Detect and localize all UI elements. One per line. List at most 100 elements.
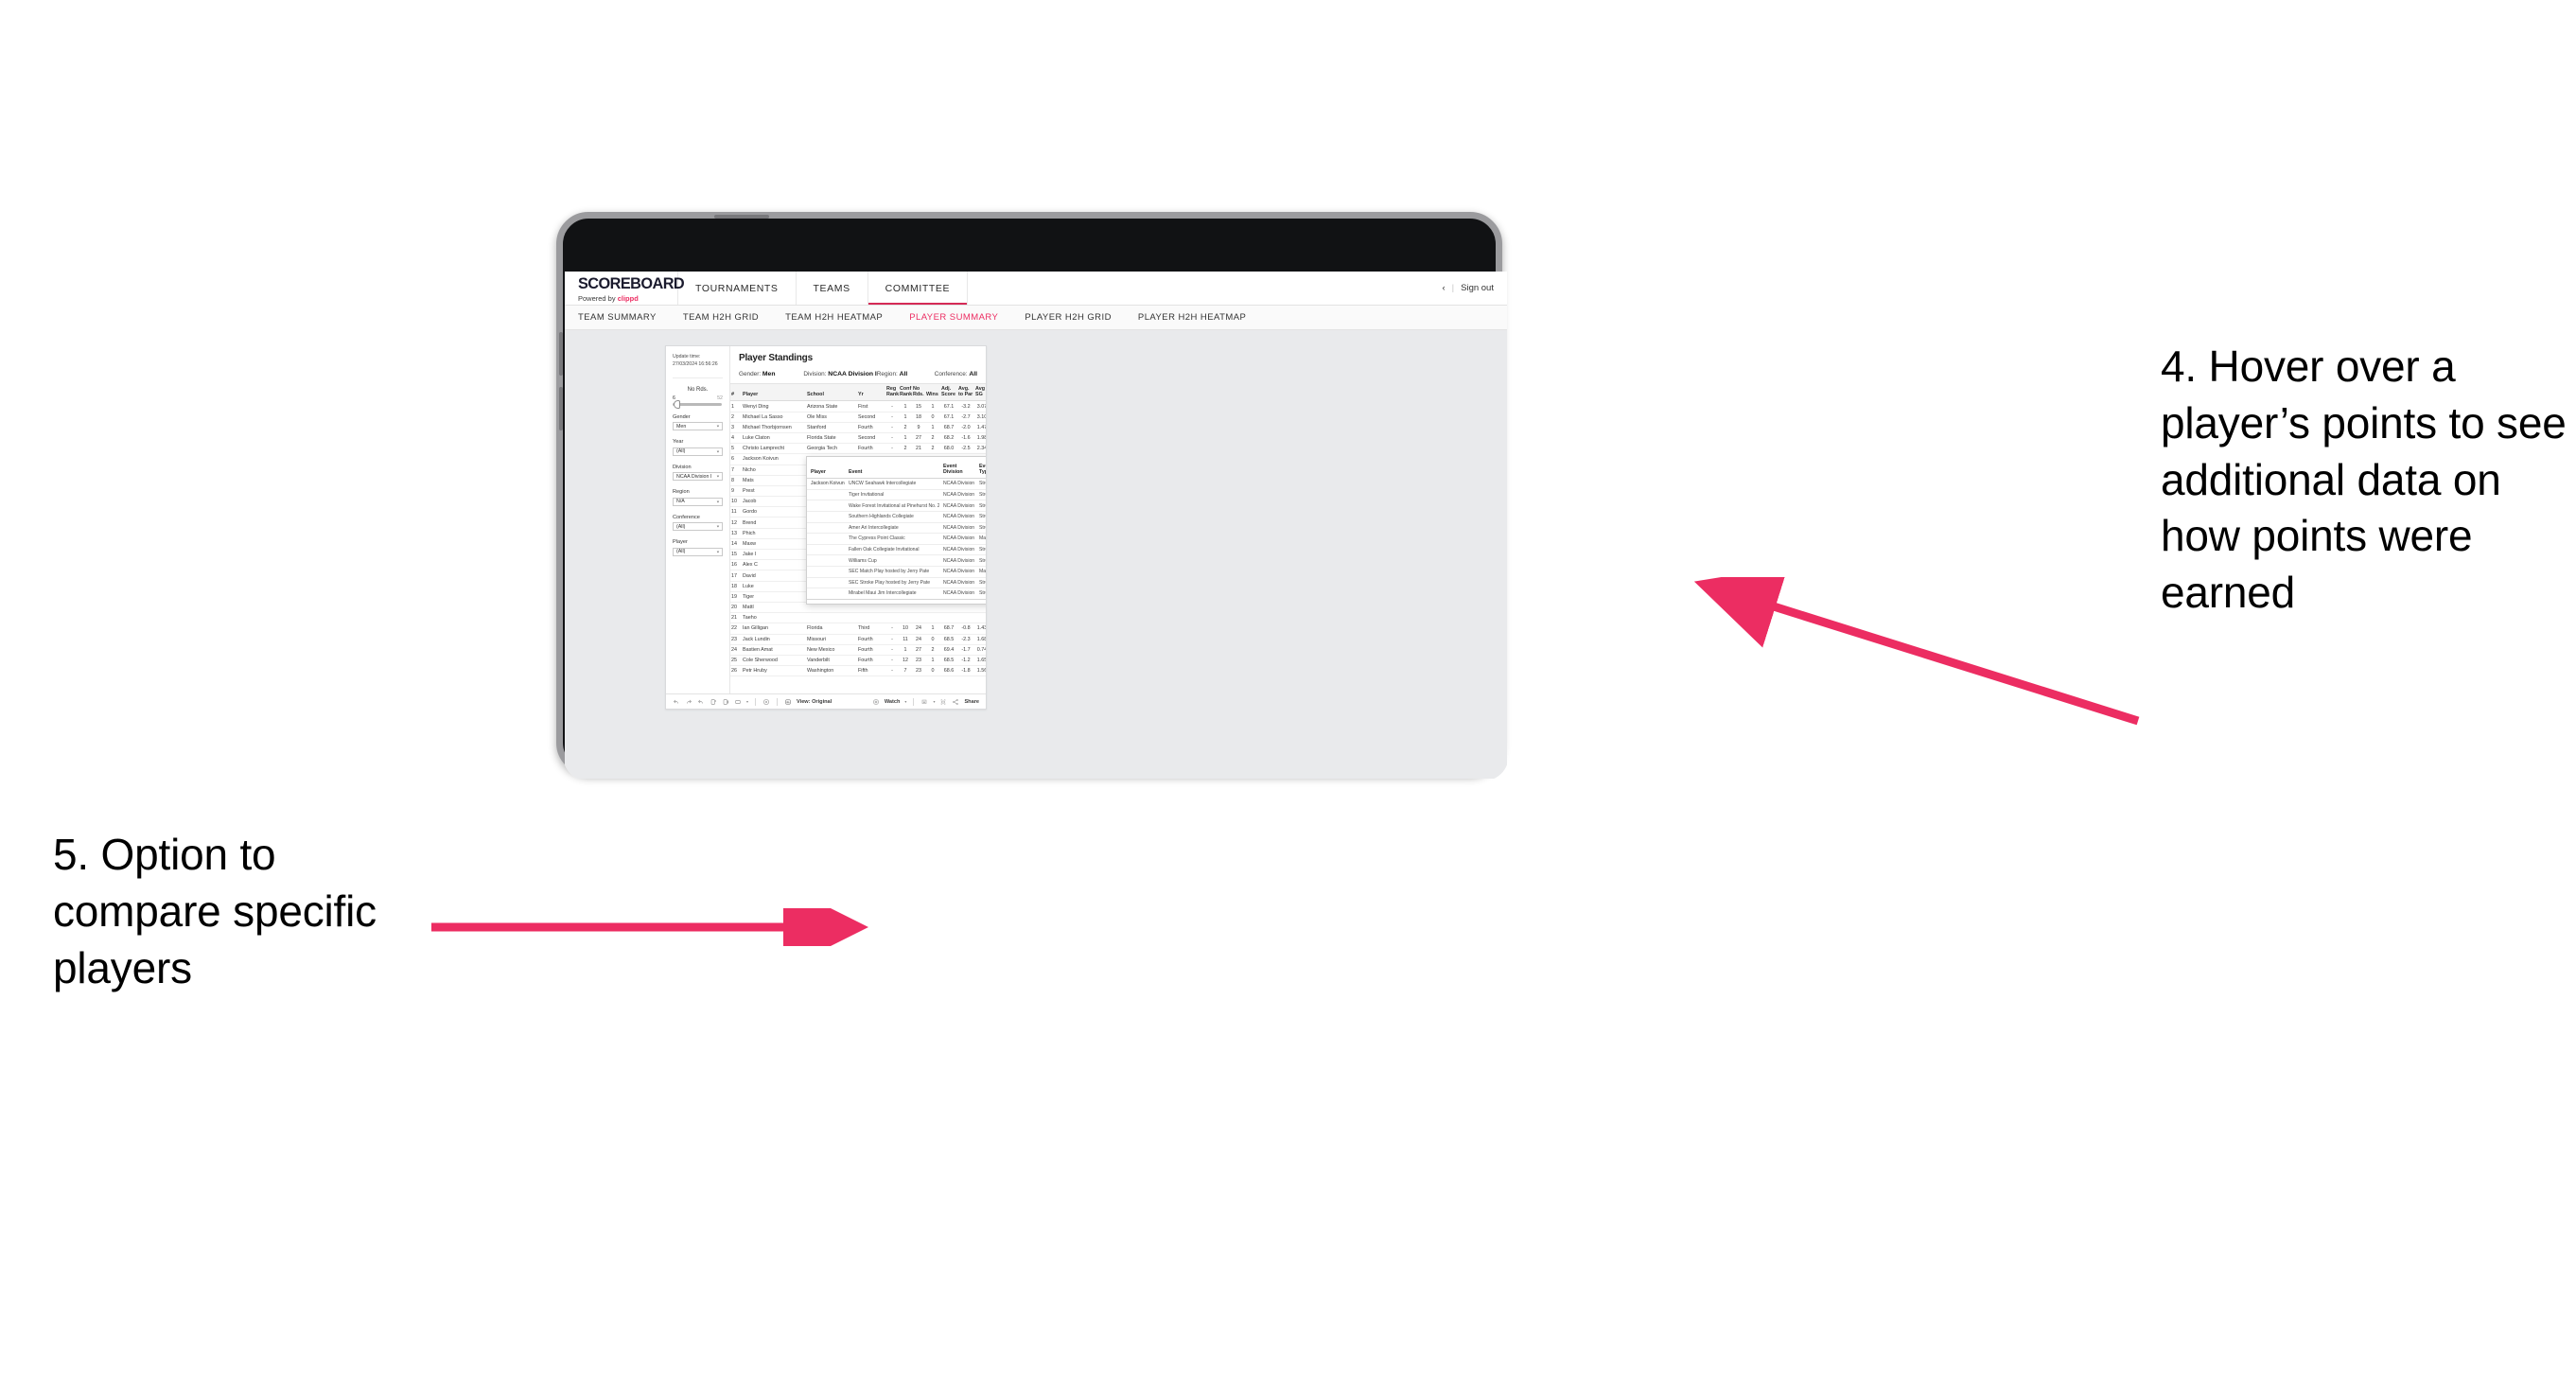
slider-handle[interactable] (674, 400, 680, 409)
brand-tagline: Powered by clippd (578, 294, 677, 303)
tab-team-summary[interactable]: TEAM SUMMARY (578, 312, 657, 323)
cell-avg-sg: 1.43 (974, 623, 986, 635)
filter-gender-label: Gender (673, 413, 691, 420)
chevron-down-icon[interactable]: ▾ (904, 699, 906, 704)
download-icon[interactable] (920, 698, 928, 706)
view-original-icon[interactable] (784, 698, 792, 706)
sign-out-link[interactable]: Sign out (1461, 283, 1494, 293)
filter-year-select[interactable]: (All) ▼ (673, 447, 723, 456)
cell-school: Arizona State (806, 400, 857, 412)
no-rounds-label: No Rds. (687, 387, 709, 394)
no-rounds-slider[interactable] (673, 400, 722, 409)
cell-player: Jackson Koivun (742, 453, 806, 465)
cell-player: Cole Sherwood (742, 655, 806, 667)
fullscreen-icon[interactable] (939, 698, 947, 706)
col-wins[interactable]: Wins (925, 382, 940, 402)
chevron-down-icon: ▼ (715, 550, 720, 554)
table-row[interactable]: 3 Michael Thorbjornsen Stanford Fourth -2 9 1 6… (730, 422, 986, 433)
cell-avg-to-par: -1.2 (957, 655, 974, 667)
col-avg-sg[interactable]: Avg SG (974, 382, 986, 402)
cell-avg-to-par: -2.7 (957, 412, 974, 423)
cell-adj-score: 68.6 (940, 665, 957, 677)
cell-player: Taeho (742, 612, 806, 624)
cell-player: Phich (742, 528, 806, 539)
table-row[interactable]: 4 Luke Claton Florida State Second -1 27 2 68.2… (730, 432, 986, 445)
col-player[interactable]: Player (742, 382, 806, 402)
device-layout-icon[interactable] (734, 698, 742, 706)
filter-year-label: Year (673, 439, 684, 446)
cell-avg-to-par (957, 612, 974, 624)
cell-no-rds: 23 (912, 655, 925, 667)
cell-avg-to-par: -0.8 (957, 623, 974, 635)
nav-item-tournaments[interactable]: TOURNAMENTS (678, 272, 797, 305)
col-rank[interactable]: # (730, 382, 742, 402)
watch-label[interactable]: Watch (885, 699, 901, 705)
cell-reg-rank: - (885, 443, 899, 455)
dashboard-background: Update time: 27/03/2024 16:56:26 No Rds.… (565, 330, 1507, 779)
table-row[interactable]: 25 Cole Sherwood Vanderbilt Fourth -12 23 1 68.… (730, 655, 986, 667)
viz-toolbar: ▾ View: Original Watch ▾ ▾ Share (666, 693, 986, 709)
cell-wins: 0 (925, 634, 940, 645)
cell-avg-sg: 1.56 (974, 665, 986, 677)
redo-icon[interactable] (685, 698, 692, 706)
tab-player-h2h-heatmap[interactable]: PLAYER H2H HEATMAP (1138, 312, 1246, 323)
tab-team-h2h-grid[interactable]: TEAM H2H GRID (683, 312, 759, 323)
col-no-rds[interactable]: No Rds. (912, 382, 925, 402)
col-reg-rank[interactable]: Reg Rank (885, 382, 899, 402)
cell-conf-rank: 11 (899, 634, 912, 645)
filter-gender-select[interactable]: Men ▼ (673, 422, 723, 431)
cell-avg-sg: 1.98 (974, 432, 986, 445)
tab-team-h2h-heatmap[interactable]: TEAM H2H HEATMAP (785, 312, 883, 323)
table-row[interactable]: 5 Christo Lamprecht Georgia Tech Fourth -2 21… (730, 443, 986, 455)
col-adj-score[interactable]: Adj. Score (940, 382, 957, 402)
table-row[interactable]: 1 Wenyi Ding Arizona State First -1 15 1 67.1 -3… (730, 400, 986, 412)
share-icon[interactable] (952, 698, 959, 706)
tab-player-h2h-grid[interactable]: PLAYER H2H GRID (1025, 312, 1112, 323)
table-row[interactable]: 2 Michael La Sasso Ole Miss Second -1 18 0 67.1… (730, 412, 986, 423)
chevron-left-icon[interactable]: ‹ (1442, 283, 1445, 293)
pause-icon[interactable] (762, 698, 770, 706)
cell-player: Michael La Sasso (742, 412, 806, 423)
filter-division-select[interactable]: NCAA Division I ▼ (673, 472, 723, 482)
filter-region-select[interactable]: N/A ▼ (673, 497, 723, 506)
table-row[interactable]: 21 Taeho (730, 612, 986, 624)
chevron-down-icon[interactable]: ▾ (933, 699, 935, 704)
table-row[interactable]: 22 Ian Gilligan Florida Third -10 24 1 68.7 -0.8… (730, 623, 986, 635)
applied-filter-division-value: NCAA Division I (828, 371, 877, 377)
cell-player: Alex C (742, 559, 806, 571)
refresh-icon[interactable] (710, 698, 717, 706)
applied-filters-row: Gender: Men Division: NCAA Division I Re… (739, 371, 977, 383)
filter-conference-select[interactable]: (All) ▼ (673, 522, 723, 532)
undo-icon[interactable] (673, 698, 680, 706)
chevron-down-icon: ▼ (715, 474, 720, 479)
nav-item-teams[interactable]: TEAMS (797, 272, 868, 305)
tooltip-player-name (807, 511, 845, 523)
tooltip-event-type: Stroke Play (975, 478, 986, 490)
tab-player-summary[interactable]: PLAYER SUMMARY (909, 312, 998, 323)
col-school[interactable]: School (806, 382, 857, 402)
chevron-down-icon[interactable]: ▾ (746, 699, 748, 704)
cell-rank: 19 (730, 591, 742, 603)
share-label[interactable]: Share (964, 699, 979, 705)
watch-icon[interactable] (872, 698, 880, 706)
table-row[interactable]: 26 Petr Hruby Washington Fifth -7 23 0 68.6 -1.8… (730, 665, 986, 677)
table-row[interactable]: 24 Bastien Amat New Mexico Fourth -1 27 2 69.4-… (730, 644, 986, 656)
col-year[interactable]: Yr (857, 382, 885, 402)
cell-avg-to-par: -1.6 (957, 432, 974, 445)
view-original-label[interactable]: View: Original (797, 699, 832, 705)
tooltip-row: SEC Match Play hosted by Jerry Pate NCAA … (807, 566, 986, 578)
nav-item-committee[interactable]: COMMITTEE (867, 272, 969, 305)
cell-conf-rank: 2 (899, 443, 912, 455)
cell-rank: 8 (730, 475, 742, 486)
revert-icon[interactable] (697, 698, 705, 706)
filter-rail: Update time: 27/03/2024 16:56:26 No Rds.… (666, 346, 730, 693)
tooltip-event: The Cypress Point Classic (845, 533, 939, 545)
cell-player: Wenyi Ding (742, 400, 806, 412)
brand-logo[interactable]: SCOREBOARD Powered by clippd (565, 272, 685, 305)
col-avg-to-par[interactable]: Avg. to Par (957, 382, 974, 402)
filter-player-select[interactable]: (All) ▼ (673, 547, 723, 556)
cell-rank: 23 (730, 634, 742, 645)
col-conf-rank[interactable]: Conf Rank (899, 382, 912, 402)
table-row[interactable]: 23 Jack Lundin Missouri Fourth -11 24 0 68.5 -2.… (730, 634, 986, 645)
pause-auto-update-icon[interactable] (722, 698, 729, 706)
